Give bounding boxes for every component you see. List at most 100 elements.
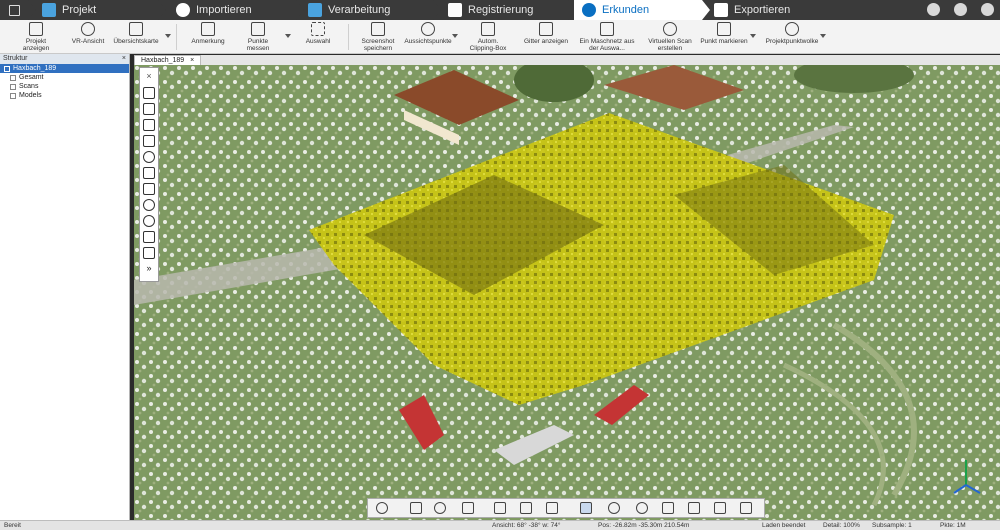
- annotation-button[interactable]: Anmerkung: [186, 22, 230, 52]
- rectangle-select-icon[interactable]: [143, 183, 155, 195]
- status-ready: Bereit: [4, 522, 21, 529]
- selection-button[interactable]: Auswahl: [298, 22, 338, 52]
- object-icon[interactable]: [688, 502, 700, 514]
- tab-projekt[interactable]: Projekt: [38, 0, 166, 20]
- rotate-view-icon[interactable]: [494, 502, 506, 514]
- measure-icon: [251, 22, 265, 36]
- button-label: VR-Ansicht: [71, 38, 105, 45]
- status-points: Pkte: 1M: [940, 522, 966, 529]
- view-top-icon[interactable]: [143, 119, 155, 131]
- close-icon[interactable]: ×: [122, 54, 126, 64]
- screenshot-button[interactable]: Screenshot speichern: [356, 22, 400, 52]
- points-icon[interactable]: [714, 502, 726, 514]
- button-label: Ein Maschnetz aus der Auswa...: [579, 38, 635, 52]
- tab-label: Erkunden: [602, 4, 650, 16]
- measure-points-button[interactable]: Punkte messen: [236, 22, 280, 52]
- tab-registrierung[interactable]: Registrierung: [448, 0, 576, 20]
- expand-icon[interactable]: »: [143, 263, 155, 275]
- bottom-view-toolbar: [367, 498, 765, 518]
- tree-item-label: Haxbach_189: [13, 65, 57, 72]
- tree-item-scans[interactable]: Scans: [0, 82, 129, 91]
- show-project-button[interactable]: Projekt anzeigen: [12, 22, 60, 52]
- tab-label: Importieren: [196, 4, 252, 16]
- zoom-extent-icon[interactable]: [434, 502, 446, 514]
- tab-erkunden[interactable]: Erkunden: [574, 0, 710, 20]
- status-view: Ansicht: 68° -38° w: 74°: [492, 522, 561, 529]
- clip-icon[interactable]: [580, 502, 592, 514]
- button-label: Autom. Clipping-Box: [469, 38, 507, 52]
- button-label: Screenshot speichern: [361, 38, 395, 52]
- annotation-icon: [201, 22, 215, 36]
- project-icon: [4, 65, 10, 72]
- grid-dots-icon[interactable]: [740, 502, 752, 514]
- rotate-icon[interactable]: [143, 151, 155, 163]
- chevron-down-icon[interactable]: [452, 34, 458, 38]
- project-pointcloud-button[interactable]: Projektpunktwolke: [764, 22, 820, 52]
- tree-item-models[interactable]: Models: [0, 91, 129, 100]
- folder-icon: [42, 3, 56, 17]
- view-front-icon[interactable]: [143, 87, 155, 99]
- help-icon[interactable]: [981, 3, 994, 16]
- navigation-mode-icon[interactable]: [376, 502, 388, 514]
- viewpoint-icon: [421, 22, 435, 36]
- camera-icon: [371, 22, 385, 36]
- view-cube-icon[interactable]: [462, 502, 474, 514]
- map-icon: [129, 22, 143, 36]
- save-icon[interactable]: [0, 0, 36, 20]
- tab-verarbeitung[interactable]: Verarbeitung: [308, 0, 441, 20]
- chevron-down-icon[interactable]: [165, 34, 171, 38]
- tab-label: Exportieren: [734, 4, 791, 16]
- chevron-down-icon[interactable]: [820, 34, 826, 38]
- mark-point-button[interactable]: Punkt markieren: [700, 22, 748, 52]
- close-icon[interactable]: ×: [143, 71, 155, 83]
- registration-icon: [448, 3, 462, 17]
- workflow-bar: Projekt Importieren Verarbeitung Registr…: [0, 0, 1000, 20]
- show-grid-button[interactable]: Gitter anzeigen: [522, 22, 570, 52]
- export-icon: [714, 3, 728, 17]
- button-label: Auswahl: [305, 38, 331, 45]
- scans-icon: [10, 83, 16, 90]
- tab-exportieren[interactable]: Exportieren: [714, 0, 834, 20]
- vr-headset-icon: [81, 22, 95, 36]
- button-label: Gitter anzeigen: [523, 38, 569, 45]
- tree-item-project[interactable]: Haxbach_189: [0, 64, 129, 73]
- 3d-viewport[interactable]: [134, 65, 1000, 520]
- view-copy-icon[interactable]: [143, 103, 155, 115]
- app-window: Projekt Importieren Verarbeitung Registr…: [0, 0, 1000, 530]
- chevron-down-icon[interactable]: [285, 34, 291, 38]
- tab-haxbach[interactable]: Haxbach_189 ×: [134, 55, 202, 65]
- tree-item-gesamt[interactable]: Gesamt: [0, 73, 129, 82]
- circle-select-icon[interactable]: [143, 199, 155, 211]
- gear-icon[interactable]: [954, 3, 967, 16]
- view-layers-icon[interactable]: [143, 135, 155, 147]
- tab-importieren[interactable]: Importieren: [176, 0, 304, 20]
- button-label: Aussichtspunkte: [404, 38, 452, 45]
- theme-icon[interactable]: [927, 3, 940, 16]
- structure-panel: Struktur × Haxbach_189 Gesamt Scans Mode…: [0, 54, 130, 520]
- button-label: Projekt anzeigen: [22, 38, 50, 52]
- close-icon[interactable]: ×: [190, 57, 194, 64]
- overview-map-button[interactable]: Übersichtskarte: [112, 22, 160, 52]
- mesh-from-selection-button[interactable]: Ein Maschnetz aus der Auswa...: [578, 22, 636, 52]
- eyedropper-icon[interactable]: [143, 167, 155, 179]
- polygon-icon[interactable]: [143, 247, 155, 259]
- virtual-scan-button[interactable]: Virtuellen Scan erstellen: [642, 22, 698, 52]
- button-label: Anmerkung: [191, 38, 225, 45]
- clipping-box-button[interactable]: Autom. Clipping-Box: [464, 22, 512, 52]
- rendering-icon[interactable]: [662, 502, 674, 514]
- color-icon[interactable]: [636, 502, 648, 514]
- chevron-down-icon[interactable]: [750, 34, 756, 38]
- viewpoints-button[interactable]: Aussichtspunkte: [404, 22, 452, 52]
- mark-point-icon: [717, 22, 731, 36]
- tab-label: Registrierung: [468, 4, 534, 16]
- tree-item-label: Scans: [19, 83, 39, 90]
- line-icon[interactable]: [143, 231, 155, 243]
- lasso-icon[interactable]: [143, 215, 155, 227]
- vr-view-button[interactable]: VR-Ansicht: [68, 22, 108, 52]
- light-icon[interactable]: [608, 502, 620, 514]
- pan-icon[interactable]: [520, 502, 532, 514]
- panel-title: Struktur: [3, 55, 28, 62]
- measure-view-icon[interactable]: [546, 502, 558, 514]
- view-tools-panel: × »: [139, 67, 159, 282]
- zoom-icon[interactable]: [410, 502, 422, 514]
